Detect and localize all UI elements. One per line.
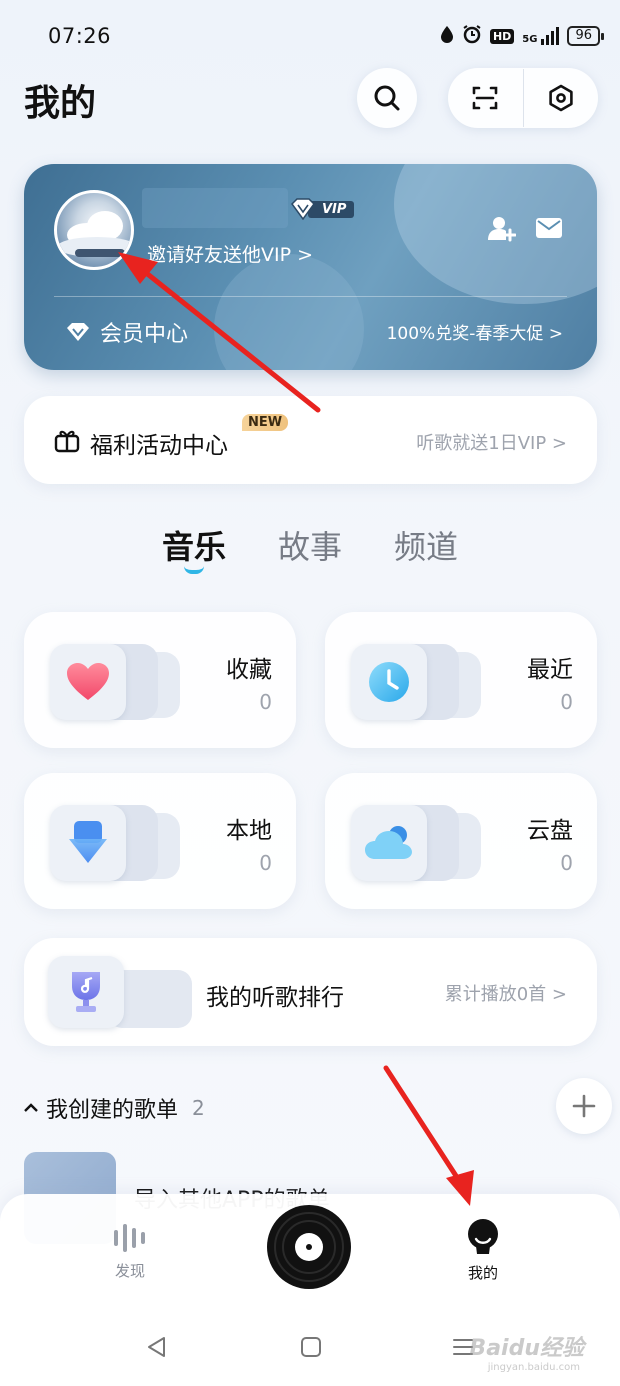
header-actions: [448, 68, 598, 128]
diamond-icon: [291, 198, 315, 220]
local-label: 本地: [226, 818, 272, 844]
signal-icon: 5G: [522, 27, 560, 45]
scan-button[interactable]: [448, 68, 523, 128]
message-button[interactable]: [536, 218, 562, 238]
favorites-count: 0: [259, 690, 272, 714]
search-button[interactable]: [357, 68, 417, 128]
add-friend-button[interactable]: [488, 216, 516, 242]
avatar[interactable]: [54, 190, 134, 270]
add-friend-icon: [488, 217, 516, 242]
favorites-label: 收藏: [226, 657, 272, 683]
card-divider: [54, 296, 567, 297]
new-badge: NEW: [242, 414, 289, 431]
cloud-icon: [351, 805, 427, 881]
member-center-link[interactable]: 会员中心: [66, 316, 188, 348]
mine-icon: [468, 1219, 498, 1254]
back-icon: [148, 1337, 165, 1357]
vip-card[interactable]: VIP 邀请好友送他VIP > 会员中心 100%兑奖-春季大促 >: [24, 164, 597, 370]
promo-link[interactable]: 100%兑奖-春季大促 >: [387, 319, 563, 344]
drop-icon: [440, 25, 454, 47]
tab-music[interactable]: 音乐: [162, 522, 226, 568]
listening-rank-card[interactable]: 我的听歌排行 累计播放0首 >: [24, 938, 597, 1046]
vinyl-icon: [267, 1205, 351, 1289]
member-center-label: 会员中心: [100, 322, 189, 347]
tab-indicator: [184, 566, 204, 574]
tab-story[interactable]: 故事: [278, 522, 342, 568]
back-button[interactable]: [146, 1336, 168, 1362]
download-icon: [50, 805, 126, 881]
playlist-count: 2: [192, 1096, 205, 1120]
recent-label: 最近: [527, 657, 573, 683]
baidu-watermark: Baidu经验: [469, 1336, 584, 1361]
heart-icon: [50, 644, 126, 720]
alarm-icon: [462, 24, 482, 48]
discover-icon: [114, 1224, 145, 1252]
watermark-url: jingyan.baidu.com: [487, 1362, 580, 1373]
vip-badge: VIP: [290, 198, 355, 220]
gift-icon: [54, 427, 80, 457]
playlist-section-header[interactable]: 我创建的歌单 2: [24, 1092, 205, 1124]
bottom-nav: 发现 我的: [0, 1194, 620, 1306]
status-time: 07:26: [48, 24, 112, 48]
nav-discover[interactable]: 发现: [112, 1222, 148, 1281]
local-card[interactable]: 本地 0: [24, 773, 296, 909]
cloud-disk-card[interactable]: 云盘 0: [325, 773, 597, 909]
welfare-center[interactable]: 福利活动中心 NEW 听歌就送1日VIP >: [24, 396, 597, 484]
welfare-title: 福利活动中心: [90, 433, 228, 459]
settings-button[interactable]: [524, 68, 599, 128]
scan-icon: [472, 86, 498, 110]
hd-indicator: HD: [489, 28, 515, 44]
settings-icon: [549, 84, 573, 112]
chevron-up-icon: [24, 1103, 38, 1112]
nav-mine-label: 我的: [467, 1264, 498, 1282]
search-icon: [374, 85, 400, 111]
clock-icon: [351, 644, 427, 720]
rank-title: 我的听歌排行: [206, 985, 344, 1011]
arrow-to-mine-tab: [383, 1065, 474, 1206]
status-icons: HD 5G 96: [440, 24, 604, 48]
rank-subtitle: 累计播放0首 >: [444, 984, 567, 1005]
username-masked: [142, 188, 288, 228]
home-button[interactable]: [300, 1336, 322, 1362]
battery-indicator: 96: [567, 26, 604, 46]
cloud-disk-count: 0: [560, 851, 573, 875]
favorites-card[interactable]: 收藏 0: [24, 612, 296, 748]
now-playing-disc[interactable]: [266, 1204, 352, 1294]
nav-mine[interactable]: 我的: [465, 1218, 501, 1283]
recent-count: 0: [560, 690, 573, 714]
trophy-icon: [48, 956, 124, 1028]
recent-card[interactable]: 最近 0: [325, 612, 597, 748]
add-playlist-button[interactable]: [556, 1078, 612, 1134]
home-icon: [301, 1337, 321, 1357]
plus-icon: [572, 1094, 596, 1118]
cloud-disk-label: 云盘: [527, 818, 573, 844]
page-title: 我的: [24, 83, 97, 124]
local-count: 0: [259, 851, 272, 875]
nav-discover-label: 发现: [114, 1262, 145, 1280]
playlist-section-title: 我创建的歌单: [46, 1098, 179, 1123]
mail-icon: [536, 218, 562, 238]
tab-channel[interactable]: 频道: [394, 522, 458, 568]
member-diamond-icon: [67, 323, 89, 341]
welfare-subtitle: 听歌就送1日VIP >: [416, 433, 567, 454]
invite-friend-link[interactable]: 邀请好友送他VIP >: [147, 240, 313, 267]
